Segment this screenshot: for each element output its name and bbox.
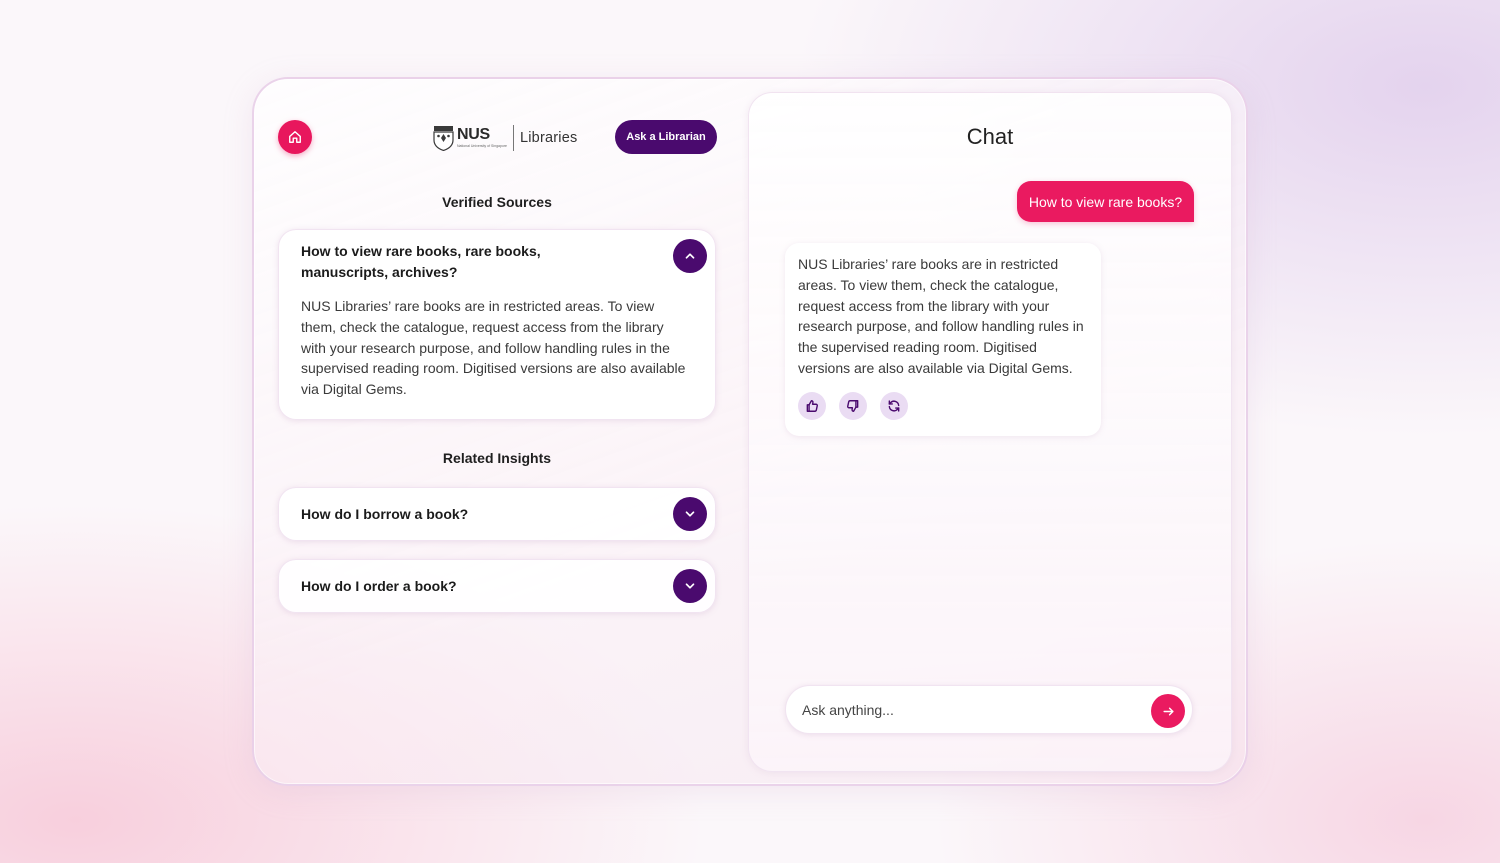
refresh-icon — [888, 400, 900, 412]
chevron-down-icon — [685, 511, 695, 517]
chat-input-bar — [785, 685, 1193, 734]
thumbs-down-icon — [847, 400, 859, 412]
verified-source-answer: NUS Libraries’ rare books are in restric… — [301, 298, 686, 398]
related-insight-item[interactable]: How do I order a book? — [278, 559, 716, 613]
assistant-message: NUS Libraries’ rare books are in restric… — [785, 243, 1101, 436]
thumbs-down-button[interactable] — [839, 392, 867, 420]
expand-button[interactable] — [673, 569, 707, 603]
send-button[interactable] — [1151, 694, 1185, 728]
verified-source-question[interactable]: How to view rare books, rare books, manu… — [301, 241, 631, 283]
logo-divider — [513, 125, 514, 151]
nus-libraries-logo: NUS National University of Singapore Lib… — [433, 122, 577, 154]
expand-button[interactable] — [673, 497, 707, 531]
related-insight-item[interactable]: How do I borrow a book? — [278, 487, 716, 541]
arrow-right-icon — [1162, 707, 1174, 715]
ask-librarian-button[interactable]: Ask a Librarian — [615, 120, 717, 154]
verified-sources-title: Verified Sources — [442, 194, 552, 210]
related-insight-question[interactable]: How do I borrow a book? — [301, 504, 468, 525]
regenerate-button[interactable] — [880, 392, 908, 420]
nus-crest-icon — [433, 126, 454, 151]
logo-sub-text: National University of Singapore — [457, 144, 507, 149]
collapse-button[interactable] — [673, 239, 707, 273]
chat-input[interactable] — [802, 698, 1142, 722]
chat-title: Chat — [966, 124, 1014, 149]
related-insights-title: Related Insights — [442, 450, 552, 466]
logo-nus-text: NUS — [457, 126, 490, 144]
verified-source-card: How to view rare books, rare books, manu… — [278, 229, 716, 420]
chevron-up-icon — [685, 253, 695, 259]
logo-libraries-text: Libraries — [520, 130, 578, 146]
assistant-message-text: NUS Libraries’ rare books are in restric… — [798, 256, 1084, 376]
home-icon — [289, 131, 301, 143]
home-button[interactable] — [278, 120, 312, 154]
thumbs-up-icon — [806, 400, 818, 412]
thumbs-up-button[interactable] — [798, 392, 826, 420]
user-message: How to view rare books? — [1017, 181, 1194, 222]
related-insight-question[interactable]: How do I order a book? — [301, 576, 457, 597]
chevron-down-icon — [685, 583, 695, 589]
